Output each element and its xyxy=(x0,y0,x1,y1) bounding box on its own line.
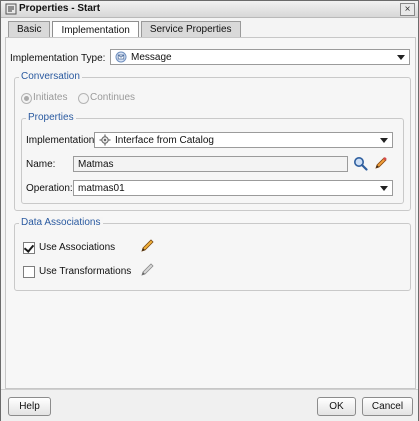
message-icon xyxy=(115,51,127,63)
tab-basic[interactable]: Basic xyxy=(8,21,51,37)
conversation-group: Conversation Initiates Continues Propert… xyxy=(14,71,411,211)
properties-icon xyxy=(5,3,17,15)
implementation-label: Implementation: xyxy=(26,135,98,146)
gear-icon xyxy=(99,134,111,146)
use-associations-label: Use Associations xyxy=(39,242,116,253)
pencil-icon[interactable] xyxy=(139,238,155,254)
pencil-icon[interactable] xyxy=(373,156,388,171)
use-transformations-checkbox[interactable] xyxy=(23,266,35,278)
chevron-down-icon[interactable] xyxy=(376,181,392,195)
implementation-value: Interface from Catalog xyxy=(115,134,214,146)
tab-implementation[interactable]: Implementation xyxy=(52,21,139,38)
implementation-type-select[interactable]: Message xyxy=(110,49,410,65)
help-button[interactable]: Help xyxy=(8,397,51,416)
chevron-down-icon[interactable] xyxy=(376,133,392,147)
continues-radio[interactable] xyxy=(78,93,89,104)
title-bar: Properties - Start × xyxy=(1,1,418,18)
close-icon: × xyxy=(404,4,411,15)
operation-label: Operation: xyxy=(26,183,73,194)
window-title: Properties - Start xyxy=(19,3,101,14)
cancel-button[interactable]: Cancel xyxy=(362,397,413,416)
name-field[interactable]: Matmas xyxy=(73,156,348,172)
ok-button[interactable]: OK xyxy=(317,397,356,416)
pencil-icon[interactable] xyxy=(139,262,155,278)
button-bar: Help OK Cancel xyxy=(1,389,418,421)
tab-service-properties[interactable]: Service Properties xyxy=(140,21,241,37)
name-label: Name: xyxy=(26,159,56,170)
conversation-title: Conversation xyxy=(19,71,82,82)
initiates-label: Initiates xyxy=(33,92,68,103)
search-icon[interactable] xyxy=(353,156,368,171)
data-associations-group: Data Associations Use Associations Use T… xyxy=(14,217,411,291)
chevron-down-icon[interactable] xyxy=(393,50,409,64)
close-button[interactable]: × xyxy=(400,3,415,16)
properties-dialog: Properties - Start × Basic Implementatio… xyxy=(0,0,419,421)
use-transformations-label: Use Transformations xyxy=(39,266,132,277)
use-associations-checkbox[interactable] xyxy=(23,242,35,254)
implementation-type-value: Message xyxy=(131,51,172,63)
tab-bar: Basic Implementation Service Properties xyxy=(8,21,243,38)
data-associations-title: Data Associations xyxy=(19,217,103,228)
continues-label: Continues xyxy=(90,92,136,103)
operation-value: matmas01 xyxy=(78,182,125,194)
properties-group: Properties Implementation: Interface fro… xyxy=(21,112,404,204)
operation-select[interactable]: matmas01 xyxy=(73,180,393,196)
initiates-radio[interactable] xyxy=(21,93,32,104)
implementation-type-label: Implementation Type: xyxy=(10,53,106,64)
properties-title: Properties xyxy=(26,112,76,123)
implementation-panel: Implementation Type: Message Conversatio… xyxy=(5,37,416,389)
implementation-select[interactable]: Interface from Catalog xyxy=(94,132,393,148)
